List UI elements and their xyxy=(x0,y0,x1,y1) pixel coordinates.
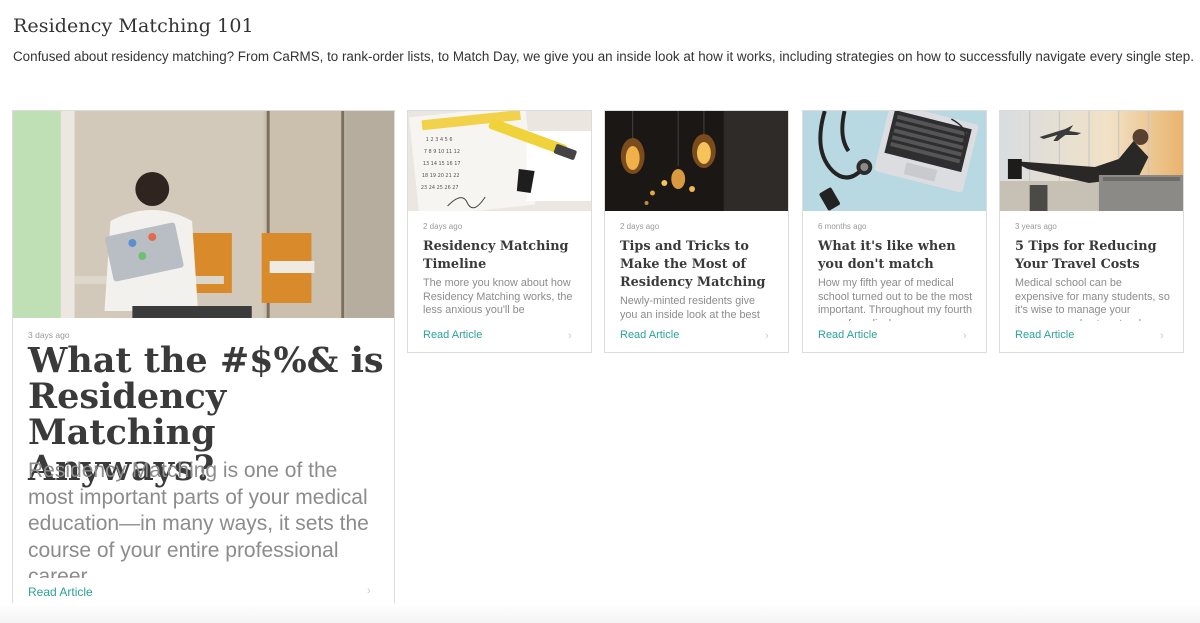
featured-article-card[interactable]: 3 days ago What the #$%& is Residency Ma… xyxy=(12,110,395,608)
article-image-lightbulbs xyxy=(605,111,788,211)
article-title[interactable]: What it's like when you don't match xyxy=(818,238,978,274)
article-card[interactable]: 6 months ago What it's like when you don… xyxy=(802,110,987,353)
chevron-right-icon[interactable]: › xyxy=(568,330,572,342)
article-card[interactable]: 1 2 3 4 5 6 7 8 9 10 11 12 13 14 15 16 17… xyxy=(407,110,592,353)
chevron-right-icon[interactable]: › xyxy=(963,330,967,342)
svg-text:18 19 20 21 22: 18 19 20 21 22 xyxy=(422,173,460,179)
article-title[interactable]: Tips and Tricks to Make the Most of Resi… xyxy=(620,238,780,292)
section-title: Residency Matching 101 xyxy=(13,15,254,37)
article-excerpt: Residency Matching is one of the most im… xyxy=(28,459,369,578)
article-excerpt: How my fifth year of medical school turn… xyxy=(818,277,973,321)
svg-text:7 8 9 10 11 12: 7 8 9 10 11 12 xyxy=(424,149,460,155)
article-card[interactable]: 2 days ago Tips and Tricks to Make the M… xyxy=(604,110,789,353)
article-image-calendar: 1 2 3 4 5 6 7 8 9 10 11 12 13 14 15 16 17… xyxy=(408,111,591,211)
article-title[interactable]: 5 Tips for Reducing Your Travel Costs xyxy=(1015,238,1175,274)
svg-text:23 24 25 26 27: 23 24 25 26 27 xyxy=(421,185,459,191)
read-article-link[interactable]: Read Article xyxy=(1015,329,1074,341)
section-description: Confused about residency matching? From … xyxy=(13,49,1194,64)
article-date: 2 days ago xyxy=(423,222,463,231)
chevron-right-icon[interactable]: › xyxy=(765,330,769,342)
read-article-link[interactable]: Read Article xyxy=(28,585,93,599)
read-article-link[interactable]: Read Article xyxy=(620,329,679,341)
article-image-airport xyxy=(1000,111,1183,211)
svg-text:13 14 15 16 17: 13 14 15 16 17 xyxy=(423,161,461,167)
article-date: 2 days ago xyxy=(620,222,660,231)
article-excerpt: Newly-minted residents give you an insid… xyxy=(620,295,760,321)
article-excerpt: The more you know about how Residency Ma… xyxy=(423,277,573,317)
article-image-stethoscope-laptop xyxy=(803,111,986,211)
article-date: 6 months ago xyxy=(818,222,867,231)
read-article-link[interactable]: Read Article xyxy=(818,329,877,341)
article-date: 3 days ago xyxy=(28,330,70,340)
read-article-link[interactable]: Read Article xyxy=(423,329,482,341)
article-excerpt: Medical school can be expensive for many… xyxy=(1015,277,1170,321)
page-bottom-shade xyxy=(0,603,1200,623)
chevron-right-icon[interactable]: › xyxy=(1160,330,1164,342)
featured-article-image xyxy=(13,111,394,318)
article-card[interactable]: 3 years ago 5 Tips for Reducing Your Tra… xyxy=(999,110,1184,353)
chevron-right-icon[interactable]: › xyxy=(367,585,371,597)
svg-text:1 2 3 4 5 6: 1 2 3 4 5 6 xyxy=(426,137,453,143)
article-date: 3 years ago xyxy=(1015,222,1057,231)
article-title[interactable]: Residency Matching Timeline xyxy=(423,238,583,274)
